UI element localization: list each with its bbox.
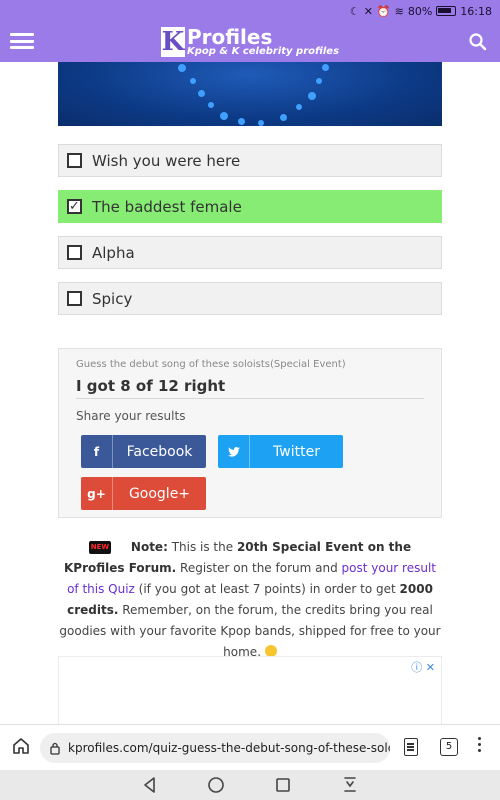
search-icon[interactable] [468,32,488,52]
logo-k: K [160,27,185,57]
answer-option[interactable]: Wish you were here [58,144,442,177]
browser-toolbar: kprofiles.com/quiz-guess-the-debut-song-… [0,724,500,770]
home-icon[interactable] [12,737,30,755]
answer-option[interactable]: Spicy [58,282,442,315]
battery-percent: 80% [407,4,433,18]
back-icon[interactable] [142,776,158,794]
answer-label: The baddest female [92,197,242,216]
clock: 16:18 [460,4,492,18]
event-note: NEW Note: This is the 20th Special Event … [58,537,442,663]
notification-pull-icon[interactable] [342,776,358,794]
site-header: K Profiles Kpop & K celebrity profiles [0,22,500,62]
googleplus-icon: g+ [81,477,113,510]
alarm-icon: ⏰ [376,4,391,18]
new-badge: NEW [88,541,111,554]
more-options-icon[interactable] [478,737,482,757]
note-text: Register on the forum and [176,561,342,575]
moon-icon: ☾ [349,4,360,18]
twitter-share-button[interactable]: Twitter [218,435,343,468]
home-circle-icon[interactable] [207,776,225,794]
checkbox-unchecked-icon[interactable] [67,153,82,168]
facebook-share-button[interactable]: f Facebook [81,435,206,468]
quiz-result-panel: Guess the debut song of these soloists(S… [58,348,442,518]
score-text: I got 8 of 12 right [76,377,226,395]
checkbox-checked-icon[interactable]: ✓ [67,199,82,214]
answer-label: Alpha [92,243,135,262]
quiz-title: Guess the debut song of these soloists(S… [76,359,346,370]
reader-mode-icon[interactable] [404,738,418,756]
recents-icon[interactable] [275,776,291,794]
googleplus-share-button[interactable]: g+ Google+ [81,477,206,510]
quiz-image [58,62,442,126]
wifi-icon: ≋ [394,4,404,18]
ad-frame: ⓘ ✕ [58,656,442,726]
logo-name: Profiles [186,25,273,49]
googleplus-label: Google+ [128,485,191,502]
checkbox-unchecked-icon[interactable] [67,245,82,260]
site-logo[interactable]: K Profiles Kpop & K celebrity profiles [160,25,340,57]
answer-label: Wish you were here [92,151,241,170]
answer-label: Spicy [92,289,133,308]
note-lead: Note: [130,540,168,554]
divider [76,398,424,399]
battery-icon [436,6,457,16]
facebook-label: Facebook [126,443,193,460]
twitter-label: Twitter [273,443,320,460]
answer-option-selected[interactable]: ✓ The baddest female [58,190,442,223]
system-nav-bar [0,770,500,800]
checkbox-unchecked-icon[interactable] [67,291,82,306]
twitter-icon [218,435,250,468]
ad-choices-icon[interactable]: ⓘ ✕ [411,659,435,675]
url-bar[interactable]: kprofiles.com/quiz-guess-the-debut-song-… [40,733,390,763]
mute-icon: ✕ [363,4,373,18]
url-text: kprofiles.com/quiz-guess-the-debut-song-… [68,741,390,755]
note-text: (if you got at least 7 points) in order … [134,582,400,596]
facebook-icon: f [81,435,113,468]
lock-icon [50,742,60,755]
note-text: This is the [167,540,237,554]
hamburger-menu-icon[interactable] [10,30,34,52]
answer-option[interactable]: Alpha [58,236,442,269]
share-label: Share your results [76,409,186,423]
status-bar: ☾ ✕ ⏰ ≋ 80% 16:18 [0,0,500,22]
logo-tagline: Kpop & K celebrity profiles [186,46,340,57]
status-icons: ☾ ✕ ⏰ ≋ 80% 16:18 [350,5,492,18]
tab-count-button[interactable]: 5 [440,738,458,756]
